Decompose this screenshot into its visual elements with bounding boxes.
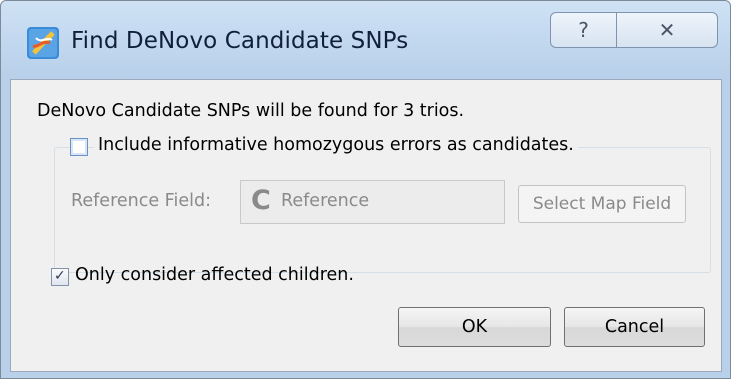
help-button[interactable]: ? [550, 12, 617, 48]
affected-children-checkbox[interactable]: ✓ [51, 268, 69, 286]
dialog-body: DeNovo Candidate SNPs will be found for … [10, 79, 722, 372]
dialog-window: Find DeNovo Candidate SNPs ? ✕ DeNovo Ca… [0, 0, 731, 379]
help-icon: ? [578, 18, 589, 42]
window-title: Find DeNovo Candidate SNPs [71, 28, 409, 54]
reference-field-value: Reference [281, 191, 370, 211]
reference-field-label: Reference Field: [71, 191, 211, 211]
ok-button[interactable]: OK [398, 307, 551, 347]
close-icon: ✕ [658, 18, 676, 42]
cancel-button[interactable]: Cancel [564, 307, 705, 347]
include-homozygous-checkbox[interactable] [70, 138, 88, 156]
select-map-field-button[interactable]: Select Map Field [518, 185, 686, 223]
include-homozygous-label[interactable]: Include informative homozygous errors as… [94, 135, 578, 155]
checkmark-icon: ✓ [54, 268, 66, 284]
field-type-icon: C [251, 185, 271, 216]
info-text: DeNovo Candidate SNPs will be found for … [37, 101, 465, 121]
affected-children-label[interactable]: Only consider affected children. [71, 265, 358, 285]
close-button[interactable]: ✕ [616, 12, 718, 48]
title-bar[interactable]: Find DeNovo Candidate SNPs ? ✕ [1, 1, 730, 79]
reference-field-input[interactable]: C Reference [240, 180, 505, 224]
dna-helix-icon [27, 27, 59, 59]
